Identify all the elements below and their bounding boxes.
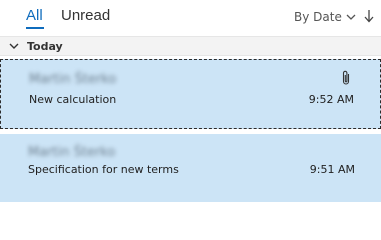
message-time: 9:51 AM (309, 163, 355, 176)
message-subject: Specification for new terms (28, 163, 179, 176)
group-header-today[interactable]: Today (0, 36, 381, 56)
filter-tabs: All Unread By Date (0, 0, 381, 35)
tab-all-underline (26, 27, 44, 29)
sort-by-label: By Date (294, 10, 342, 24)
message-list-item[interactable]: Martin Šterko New calculation 9:52 AM (0, 59, 381, 129)
message-sender: Martin Šterko (28, 145, 116, 160)
paperclip-icon (342, 70, 350, 85)
sort-by-button[interactable]: By Date (294, 10, 356, 24)
message-time: 9:52 AM (308, 93, 354, 106)
message-list-item[interactable]: Martin Šterko Specification for new term… (0, 134, 381, 202)
group-label: Today (27, 39, 63, 53)
chevron-down-icon (9, 43, 19, 49)
tab-unread[interactable]: Unread (61, 7, 110, 24)
chevron-down-icon (346, 14, 356, 20)
message-sender: Martin Šterko (29, 72, 117, 87)
message-subject: New calculation (29, 93, 117, 106)
sort-direction-arrow-icon[interactable] (363, 8, 375, 24)
tab-all[interactable]: All (26, 7, 43, 24)
